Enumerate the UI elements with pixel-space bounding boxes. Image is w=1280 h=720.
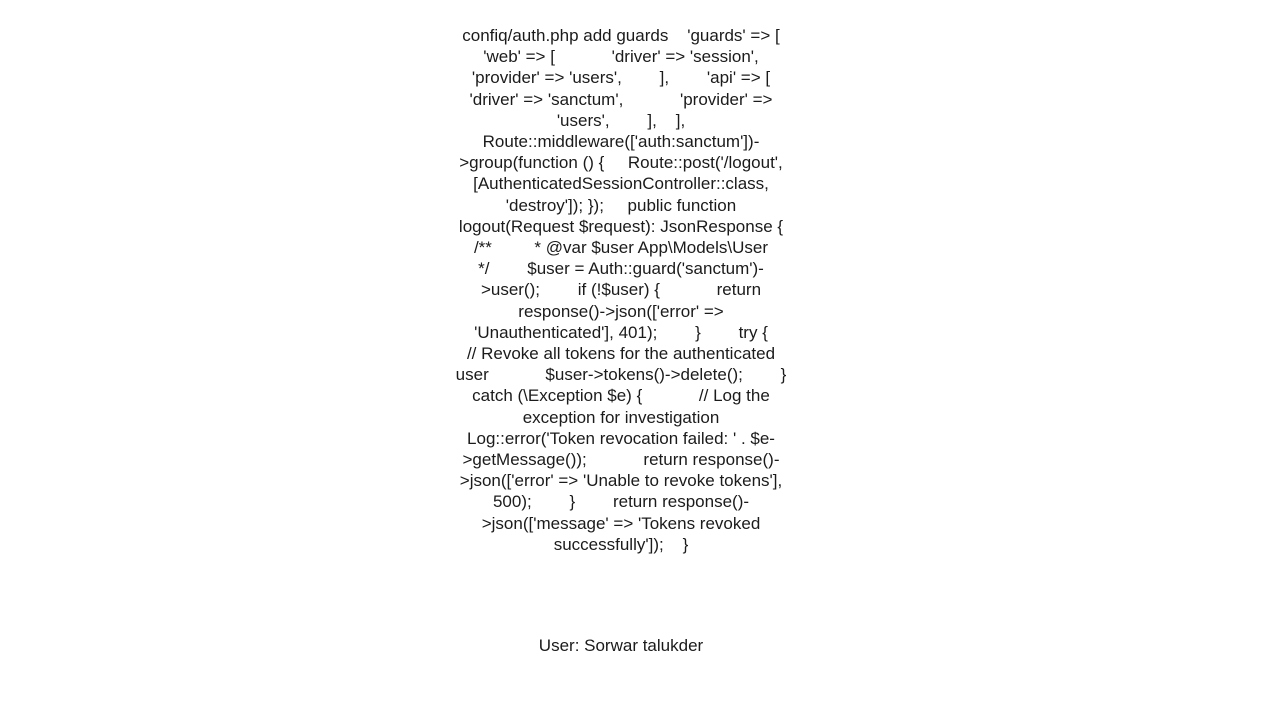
user-attribution-line: User: Sorwar talukder [538, 636, 704, 655]
code-text-block: confiq/auth.php add guards 'guards' => [… [455, 26, 827, 554]
page-root: confiq/auth.php add guards 'guards' => [… [0, 0, 1280, 720]
